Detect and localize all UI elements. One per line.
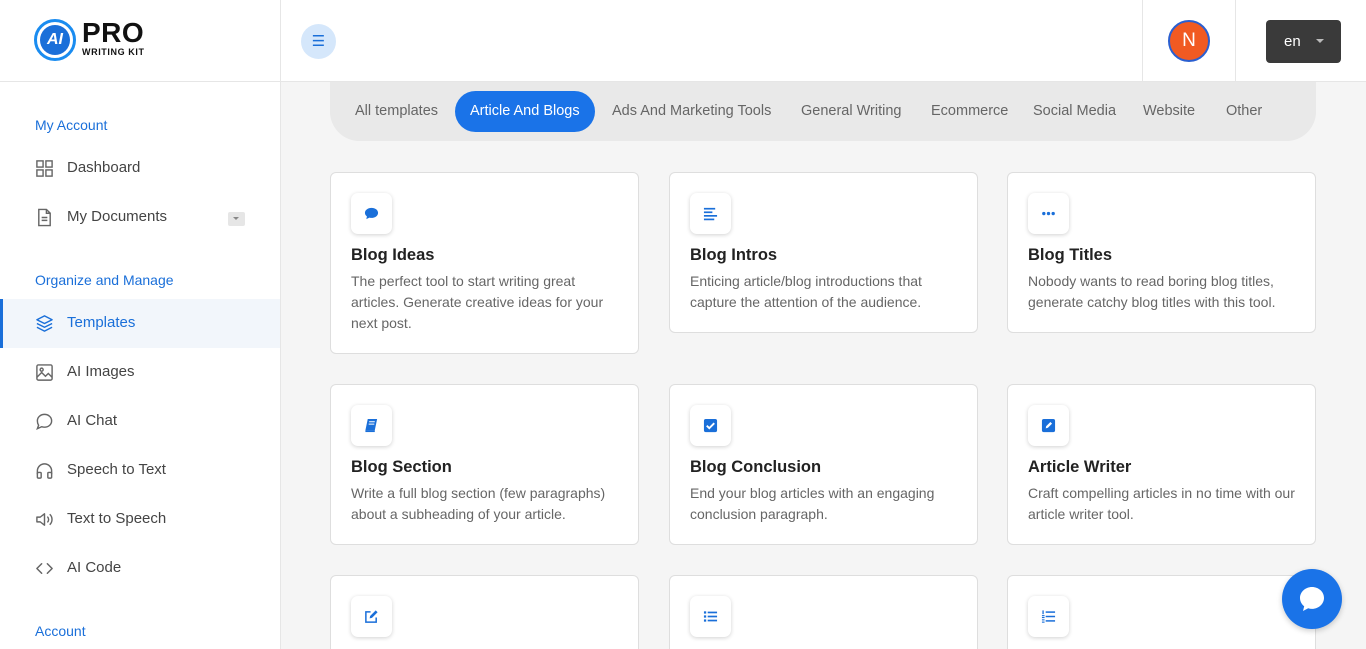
sidebar-item-label: Speech to Text <box>67 461 166 478</box>
brand-name: PRO <box>82 17 145 48</box>
template-title: Blog Titles <box>1028 246 1113 264</box>
sidebar-item-label: My Documents <box>67 208 168 225</box>
sidebar-item-label: Templates <box>67 314 136 331</box>
tab-article-and-blogs[interactable]: Article And Blogs <box>455 91 595 132</box>
avatar[interactable]: N <box>1168 20 1210 62</box>
document-icon <box>38 208 51 227</box>
template-description: Nobody wants to read boring blog titles,… <box>1028 273 1276 310</box>
sidebar-item-label: Dashboard <box>67 159 141 176</box>
book-icon <box>351 405 392 446</box>
check-square-icon <box>690 405 731 446</box>
chevron-down-icon[interactable] <box>228 212 245 226</box>
section-title-account: Account <box>35 623 86 639</box>
grid-icon <box>36 160 53 177</box>
layers-icon <box>36 315 53 332</box>
tab-general-writing[interactable]: General Writing <box>786 91 916 132</box>
logo-mark-text: AI <box>40 25 70 55</box>
language-select[interactable]: en <box>1266 20 1341 63</box>
edit-icon <box>351 596 392 637</box>
align-left-icon <box>690 193 731 234</box>
sidebar-item-dashboard[interactable]: Dashboard <box>0 144 280 193</box>
template-card-blog-titles[interactable]: Blog Titles Nobody wants to read boring … <box>1007 172 1316 333</box>
caret-down-icon <box>1316 39 1324 43</box>
tab-ads-and-marketing[interactable]: Ads And Marketing Tools <box>597 91 786 132</box>
section-title-my-account: My Account <box>35 117 108 133</box>
template-card[interactable] <box>330 575 639 649</box>
ellipsis-icon <box>1028 193 1069 234</box>
template-card[interactable] <box>669 575 978 649</box>
tab-website[interactable]: Website <box>1128 91 1210 132</box>
chat-bubble-icon[interactable] <box>1282 569 1342 629</box>
sidebar-item-label: AI Images <box>67 363 135 380</box>
speech-bubble-icon <box>351 193 392 234</box>
brand-tagline: WRITING KIT <box>82 47 145 57</box>
sidebar-item-speech-to-text[interactable]: Speech to Text <box>0 446 280 495</box>
template-card[interactable] <box>1007 575 1316 649</box>
tab-social-media[interactable]: Social Media <box>1018 91 1131 132</box>
template-description: Write a full blog section (few paragraph… <box>351 485 606 522</box>
sidebar-item-label: Text to Speech <box>67 510 167 527</box>
template-card-blog-intros[interactable]: Blog Intros Enticing article/blog introd… <box>669 172 978 333</box>
template-description: End your blog articles with an engaging … <box>690 485 935 522</box>
sidebar-item-label: AI Code <box>67 559 122 576</box>
tab-ecommerce[interactable]: Ecommerce <box>916 91 1023 132</box>
tab-all-templates[interactable]: All templates <box>340 91 453 132</box>
logo[interactable]: AI PRO WRITING KIT <box>0 0 281 82</box>
template-title: Article Writer <box>1028 458 1132 476</box>
template-title: Blog Section <box>351 458 452 476</box>
sidebar-item-my-documents[interactable]: My Documents <box>0 193 280 242</box>
speaker-icon <box>36 513 53 526</box>
headphones-icon <box>36 463 53 479</box>
template-title: Blog Intros <box>690 246 778 264</box>
image-icon <box>36 364 53 381</box>
sidebar-item-label: AI Chat <box>67 412 118 429</box>
avatar-cell: N <box>1142 0 1236 82</box>
template-card-blog-conclusion[interactable]: Blog Conclusion End your blog articles w… <box>669 384 978 545</box>
template-title: Blog Ideas <box>351 246 435 264</box>
template-description: Craft compelling articles in no time wit… <box>1028 485 1295 522</box>
pen-square-icon <box>1028 405 1069 446</box>
sidebar-item-ai-code[interactable]: AI Code <box>0 544 280 593</box>
logo-text: PRO WRITING KIT <box>82 17 145 58</box>
template-description: Enticing article/blog introductions that… <box>690 273 922 310</box>
sidebar-item-templates[interactable]: Templates <box>0 299 280 348</box>
sidebar-item-ai-images[interactable]: AI Images <box>0 348 280 397</box>
logo-mark-icon: AI <box>34 19 76 61</box>
template-card-blog-ideas[interactable]: Blog Ideas The perfect tool to start wri… <box>330 172 639 354</box>
template-description: The perfect tool to start writing great … <box>351 273 604 331</box>
template-card-article-writer[interactable]: Article Writer Craft compelling articles… <box>1007 384 1316 545</box>
ordered-list-icon <box>1028 596 1069 637</box>
template-title: Blog Conclusion <box>690 458 822 476</box>
language-value: en <box>1284 33 1301 50</box>
template-card-blog-section[interactable]: Blog Section Write a full blog section (… <box>330 384 639 545</box>
chat-icon <box>36 413 53 430</box>
hamburger-icon[interactable]: ☰ <box>301 24 336 59</box>
tab-other[interactable]: Other <box>1211 91 1277 132</box>
sidebar-item-ai-chat[interactable]: AI Chat <box>0 397 280 446</box>
template-filter-tabs: All templates Article And Blogs Ads And … <box>330 82 1316 141</box>
top-bar: AI PRO WRITING KIT ☰ N en <box>0 0 1366 82</box>
code-icon <box>36 562 53 575</box>
sidebar: My Account Dashboard My Documents Organi… <box>0 82 281 649</box>
section-title-organize: Organize and Manage <box>35 272 174 288</box>
list-icon <box>690 596 731 637</box>
sidebar-item-text-to-speech[interactable]: Text to Speech <box>0 495 280 544</box>
